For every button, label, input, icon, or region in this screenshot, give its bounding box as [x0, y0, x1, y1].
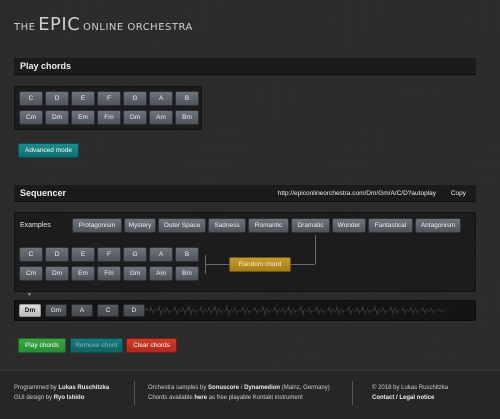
chord-timeline[interactable]: Dm Gm A C D — [14, 300, 476, 321]
seq-chord-button-cm[interactable]: Cm — [19, 266, 43, 281]
chord-button-cm[interactable]: Cm — [19, 110, 43, 125]
timeline-chord-a[interactable]: A — [71, 304, 93, 317]
seq-chord-button-em[interactable]: Em — [71, 266, 95, 281]
seq-chord-button-g[interactable]: G — [123, 247, 147, 262]
timeline-chord-d[interactable]: D — [123, 304, 145, 317]
chord-button-b[interactable]: B — [175, 91, 199, 106]
example-protagonism[interactable]: Protagonism — [72, 218, 122, 233]
chord-button-a[interactable]: A — [149, 91, 173, 106]
playhead-caret-icon: ▼ — [27, 292, 32, 298]
samples-location: (Mainz, Germany) — [280, 385, 330, 391]
chord-button-em[interactable]: Em — [71, 110, 95, 125]
footer-legal: © 2018 by Lukas Ruschitzka Contact / Leg… — [372, 383, 448, 403]
chord-button-dm[interactable]: Dm — [45, 110, 69, 125]
contact-legal-link[interactable]: Contact / Legal notice — [372, 395, 434, 401]
chord-button-g[interactable]: G — [123, 91, 147, 106]
kontakt-here-link[interactable]: here — [194, 395, 207, 401]
footer-gui-prefix: GUI design by — [14, 395, 54, 401]
play-chords-panel: C D E F G A B Cm Dm Em Fm Gm Am Bm — [14, 86, 202, 130]
seq-chord-button-b[interactable]: B — [175, 247, 199, 262]
seq-chord-button-fm[interactable]: Fm — [97, 266, 121, 281]
footer-divider — [134, 381, 135, 405]
site-title-online-orchestra: ONLINE ORCHESTRA — [83, 22, 193, 33]
footer: Programmed by Lukas Ruschitzka GUI desig… — [0, 370, 500, 419]
site-title-epic: EPIC — [38, 14, 81, 35]
chord-button-am[interactable]: Am — [149, 110, 173, 125]
site-title-the: THE — [14, 22, 36, 33]
footer-programmed-prefix: Programmed by — [14, 385, 59, 391]
play-chords-button[interactable]: Play chords — [18, 338, 66, 353]
example-romantic[interactable]: Romantic — [248, 218, 289, 233]
programmer-link[interactable]: Lukas Ruschitzka — [58, 385, 109, 391]
example-outer-space[interactable]: Outer Space — [158, 218, 206, 233]
play-chords-title: Play chords — [20, 61, 72, 71]
random-chord-button[interactable]: Random chord — [229, 257, 291, 272]
sequencer-title: Sequencer — [20, 188, 67, 198]
sonuscore-link[interactable]: Sonuscore — [208, 385, 239, 391]
example-fantastical[interactable]: Fantastical — [368, 218, 413, 233]
chords-available-suffix: as free playable Kontakt instrument — [207, 395, 303, 401]
designer-link[interactable]: Ryo Ishido — [54, 395, 85, 401]
seq-chord-button-gm[interactable]: Gm — [123, 266, 147, 281]
site-title: THE EPIC ONLINE ORCHESTRA — [14, 14, 193, 35]
seq-chord-button-bm[interactable]: Bm — [175, 266, 199, 281]
connector-line — [291, 264, 315, 265]
footer-divider — [352, 381, 353, 405]
seq-chord-button-d[interactable]: D — [45, 247, 69, 262]
seq-chord-button-dm[interactable]: Dm — [45, 266, 69, 281]
timeline-chord-c[interactable]: C — [97, 304, 119, 317]
copy-url-button[interactable]: Copy — [451, 190, 466, 197]
chord-button-c[interactable]: C — [19, 91, 43, 106]
dynamedion-link[interactable]: Dynamedion — [244, 385, 280, 391]
examples-label: Examples — [20, 222, 51, 229]
example-mystery[interactable]: Mystery — [124, 218, 156, 233]
chord-button-fm[interactable]: Fm — [97, 110, 121, 125]
chords-available-prefix: Chords available — [148, 395, 195, 401]
example-antagonism[interactable]: Antagonism — [415, 218, 461, 233]
example-wonder[interactable]: Wonder — [332, 218, 366, 233]
seq-chord-button-a[interactable]: A — [149, 247, 173, 262]
seq-chord-button-am[interactable]: Am — [149, 266, 173, 281]
chord-button-d[interactable]: D — [45, 91, 69, 106]
connector-line — [205, 264, 229, 265]
copyright-text: © 2018 by Lukas Ruschitzka — [372, 385, 449, 391]
seq-chord-button-e[interactable]: E — [71, 247, 95, 262]
footer-samples: Orchestra samples by Sonuscore / Dynamed… — [148, 383, 330, 403]
chord-button-bm[interactable]: Bm — [175, 110, 199, 125]
chord-button-e[interactable]: E — [71, 91, 95, 106]
samples-prefix: Orchestra samples by — [148, 385, 209, 391]
timeline-chord-gm[interactable]: Gm — [45, 304, 67, 317]
share-url[interactable]: http://epiconlineorchestra.com/Dm/Gm/A/C… — [278, 190, 436, 197]
sequencer-header: Sequencer http://epiconlineorchestra.com… — [14, 185, 476, 202]
example-dramatic[interactable]: Dramatic — [291, 218, 330, 233]
example-sadness[interactable]: Sadness — [208, 218, 246, 233]
sequencer-panel: Examples Protagonism Mystery Outer Space… — [14, 212, 476, 292]
play-chords-header: Play chords — [14, 58, 476, 75]
footer-credits: Programmed by Lukas Ruschitzka GUI desig… — [14, 383, 109, 403]
timeline-chord-dm[interactable]: Dm — [19, 304, 41, 317]
advanced-mode-button[interactable]: Advanced mode — [18, 143, 79, 158]
clear-chords-button[interactable]: Clear chords — [126, 338, 177, 353]
chord-button-gm[interactable]: Gm — [123, 110, 147, 125]
seq-chord-button-f[interactable]: F — [97, 247, 121, 262]
chord-button-f[interactable]: F — [97, 91, 121, 106]
seq-chord-button-c[interactable]: C — [19, 247, 43, 262]
remove-chord-button[interactable]: Remove chord — [70, 338, 123, 353]
connector-line — [315, 235, 316, 264]
